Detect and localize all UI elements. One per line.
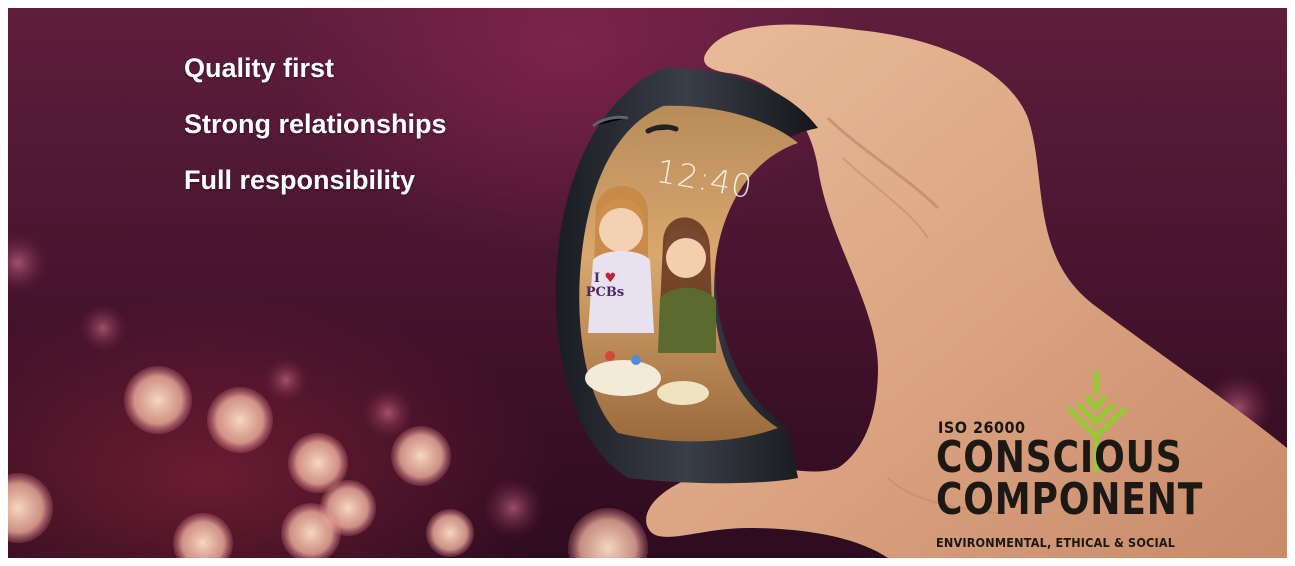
logo-subtitle: ENVIRONMENTAL, ETHICAL & SOCIAL	[936, 535, 1176, 550]
shirt-text-i: I	[593, 271, 600, 286]
hero-banner: Quality first Strong relationships Full …	[8, 8, 1287, 558]
shirt-print: I ♥ PCBs	[577, 272, 633, 300]
tagline-relationships: Strong relationships	[184, 109, 447, 139]
tagline-responsibility: Full responsibility	[184, 165, 416, 195]
logo-word-component: COMPONENT	[936, 474, 1204, 525]
conscious-component-logo: ISO 26000 CONSCIOUS COMPONENT ENVIRONMEN…	[930, 368, 1230, 558]
shirt-text-pcbs: PCBs	[585, 285, 625, 300]
tagline-list: Quality first Strong relationships Full …	[184, 52, 447, 220]
heart-icon: ♥	[604, 271, 617, 286]
tagline-quality: Quality first	[184, 53, 335, 83]
